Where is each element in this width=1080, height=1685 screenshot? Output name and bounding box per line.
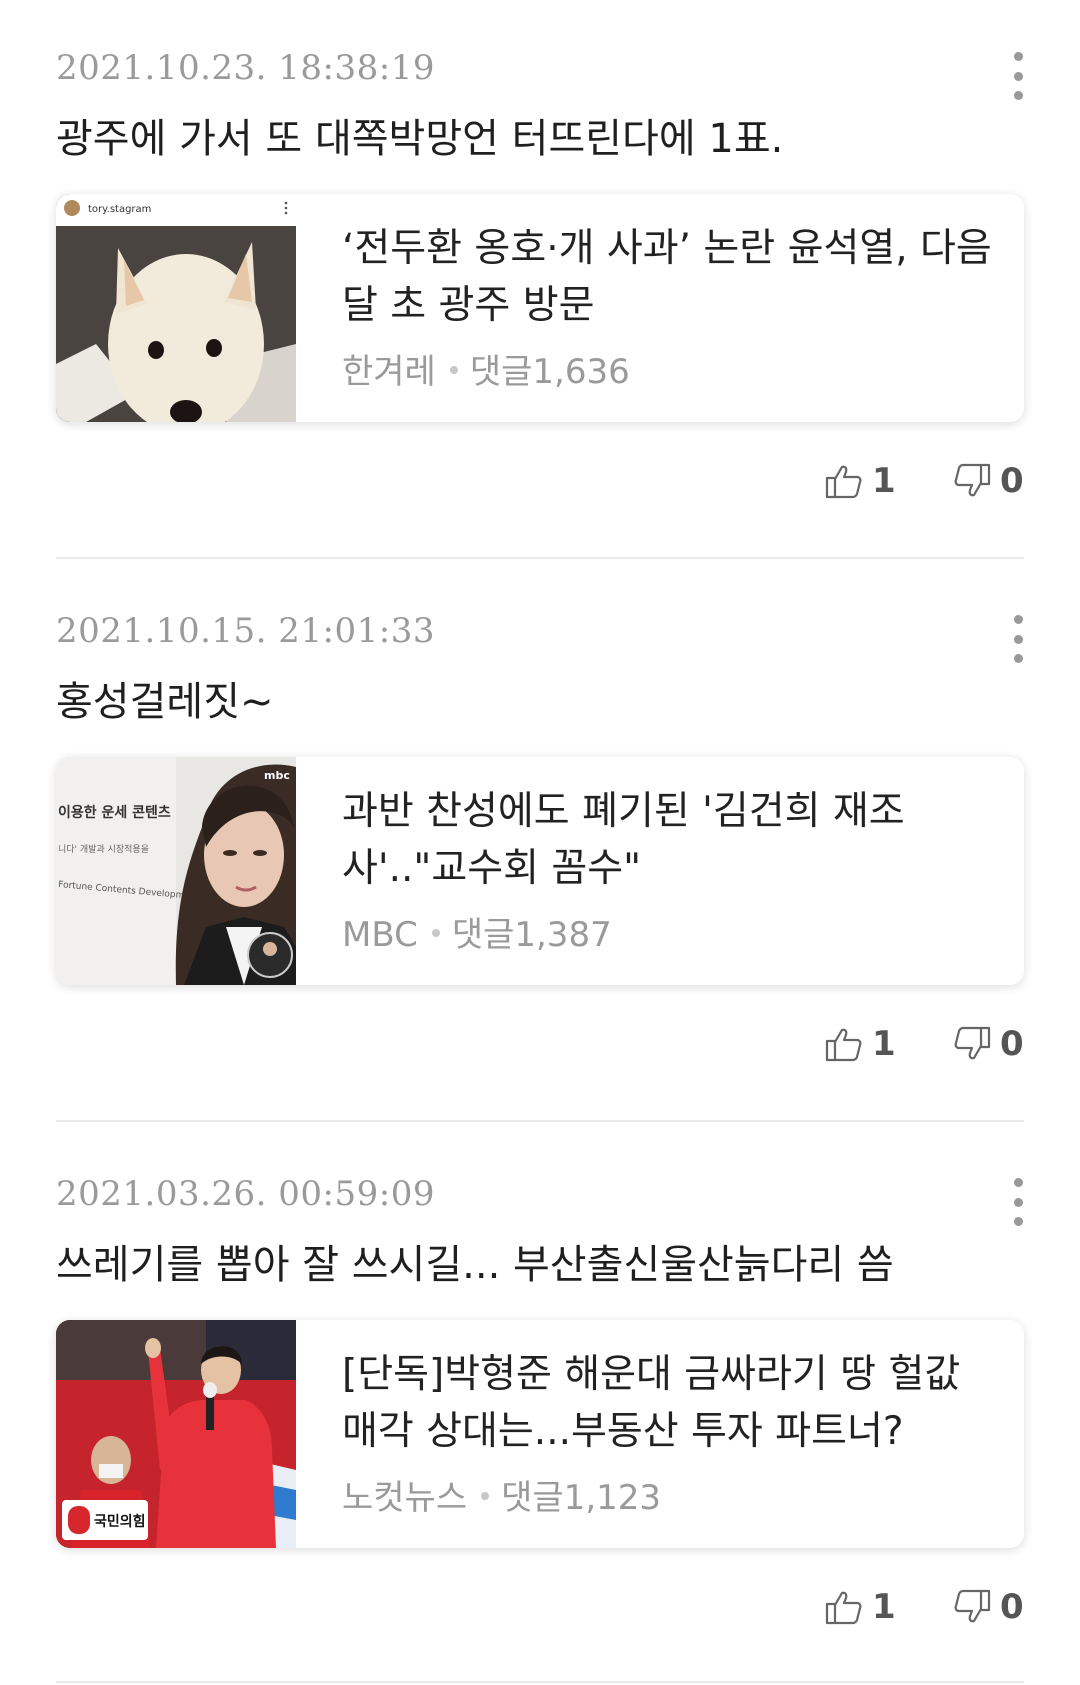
article-comment-count: 댓글1,636 [469, 352, 630, 392]
article-meta: 노컷뉴스 댓글1,123 [342, 1470, 661, 1519]
article-card[interactable]: 국민의힘 [단독]박형준 해운대 금싸라기 땅 헐값 매각 상대는...부동산 … [56, 1320, 1024, 1548]
divider [56, 1681, 1024, 1683]
article-source: MBC [342, 915, 418, 955]
comment-text: 쓰레기를 뽑아 잘 쓰시길... 부산출신울산늙다리 씀 [56, 1242, 894, 1288]
dislike-count: 0 [1000, 1024, 1024, 1064]
thumbs-down-icon [954, 463, 991, 497]
article-title: [단독]박형준 해운대 금싸라기 땅 헐값 매각 상대는...부동산 투자 파트… [342, 1352, 961, 1454]
article-title: ‘전두환 옹호·개 사과’ 논란 윤석열, 다음 달 초 광주 방문 [342, 226, 992, 328]
article-thumbnail: 이용한 운세 콘텐츠 니다' 개발과 시장적용을 Fortune Content… [56, 757, 296, 985]
more-options-icon[interactable] [1000, 609, 1036, 669]
like-count: 1 [872, 1024, 896, 1064]
vote-bar: 1 0 [820, 1019, 1030, 1069]
thumbs-down-icon [954, 1589, 991, 1623]
article-title: 과반 찬성에도 폐기된 '김건희 재조사'.."교수회 꼼수" [342, 789, 905, 891]
like-button[interactable]: 1 [824, 1582, 896, 1632]
article-thumbnail: 국민의힘 [56, 1320, 296, 1548]
mbc-logo: mbc [264, 769, 290, 782]
dislike-button[interactable]: 0 [952, 1019, 1024, 1069]
thumb-overlay-text: 이용한 운세 콘텐츠 [58, 804, 171, 821]
svg-text:니다' 개발과 시장적용을: 니다' 개발과 시장적용을 [58, 843, 149, 855]
separator-dot [431, 928, 440, 937]
like-count: 1 [872, 461, 896, 501]
article-card[interactable]: tory.stagram ‘전두환 옹호·개 사과’ 논란 윤석열, 다음 달 … [56, 194, 1024, 422]
comment-timestamp: 2021.10.23. 18:38:19 [56, 48, 435, 88]
like-count: 1 [872, 1587, 896, 1627]
more-options-icon[interactable] [1000, 1172, 1036, 1232]
divider [56, 1120, 1024, 1122]
dislike-count: 0 [1000, 461, 1024, 501]
article-meta: 한겨레 댓글1,636 [342, 344, 630, 393]
article-thumbnail: tory.stagram [56, 194, 296, 422]
comment-text: 홍성걸레짓~ [56, 679, 274, 725]
vote-bar: 1 0 [820, 456, 1030, 506]
divider [56, 557, 1024, 559]
article-card[interactable]: 이용한 운세 콘텐츠 니다' 개발과 시장적용을 Fortune Content… [56, 757, 1024, 985]
dislike-count: 0 [1000, 1587, 1024, 1627]
article-source: 노컷뉴스 [342, 1478, 468, 1518]
comment-item: 2021.03.26. 00:59:09 쓰레기를 뽑아 잘 쓰시길... 부산… [0, 1126, 1080, 1685]
vote-bar: 1 0 [820, 1582, 1030, 1632]
comment-item: 2021.10.23. 18:38:19 광주에 가서 또 대쪽박망언 터뜨린다… [0, 0, 1080, 560]
article-source: 한겨레 [342, 352, 436, 392]
thumbs-up-icon [825, 1028, 862, 1062]
thumb-overlay-text: tory.stagram [88, 204, 151, 215]
comment-timestamp: 2021.10.15. 21:01:33 [56, 611, 435, 651]
like-button[interactable]: 1 [824, 1019, 896, 1069]
article-meta: MBC 댓글1,387 [342, 907, 612, 956]
thumbs-down-icon [954, 1026, 991, 1060]
article-comment-count: 댓글1,123 [501, 1478, 662, 1518]
thumbs-up-icon [825, 465, 862, 499]
dislike-button[interactable]: 0 [952, 456, 1024, 506]
more-options-icon[interactable] [1000, 46, 1036, 106]
separator-dot [481, 1491, 490, 1500]
separator-dot [449, 365, 458, 374]
dislike-button[interactable]: 0 [952, 1582, 1024, 1632]
thumb-overlay-text: 국민의힘 [94, 1513, 146, 1530]
like-button[interactable]: 1 [824, 456, 896, 506]
comment-text: 광주에 가서 또 대쪽박망언 터뜨린다에 1표. [56, 116, 784, 162]
comment-item: 2021.10.15. 21:01:33 홍성걸레짓~ 이용한 운세 콘텐츠 니… [0, 563, 1080, 1123]
comment-timestamp: 2021.03.26. 00:59:09 [56, 1174, 435, 1214]
article-comment-count: 댓글1,387 [451, 915, 612, 955]
thumbs-up-icon [825, 1591, 862, 1625]
